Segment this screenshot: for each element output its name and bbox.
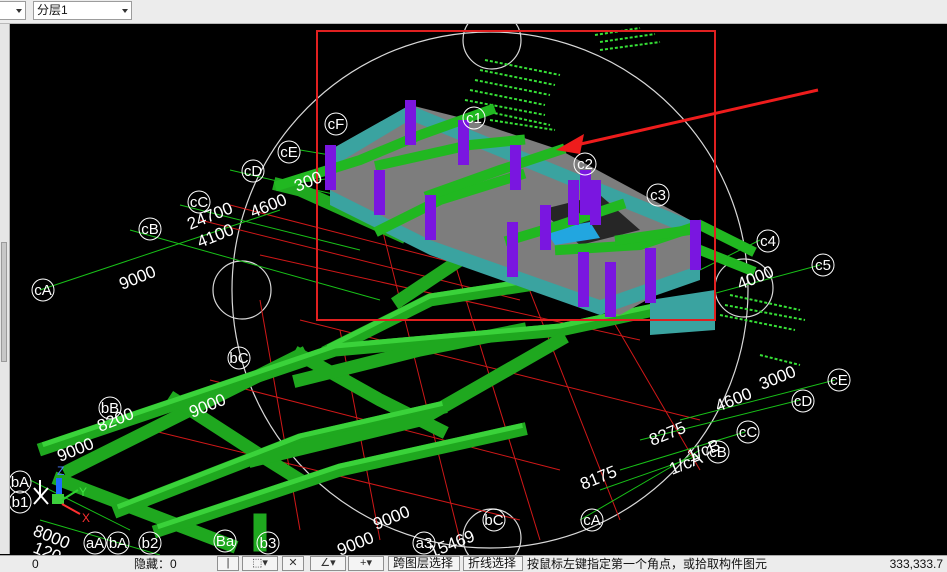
axis-label-bA-bottom: bA [109,535,127,552]
angle-snap-icon[interactable]: ∠▾ [310,556,346,571]
axis-label-c3: c3 [650,187,666,204]
axis-label-cA-bottom: cA [583,512,601,529]
axis-label-c2: c2 [577,156,593,173]
axis-label-c5: c5 [815,257,831,274]
status-hidden-count: 隐藏：0 [134,557,177,571]
snap-toggle-icon[interactable]: | [217,556,239,571]
axis-label-b3: b3 [260,535,277,552]
axis-label-cD-right: cD [794,393,813,410]
status-bar: 0 隐藏：0 | ⬚▾ ✕ ∠▾ +▾ 跨图层选择 折线选择 按鼠标左键指定第一… [0,555,947,572]
axis-label-cD: cD [244,163,263,180]
axis-label-cC-right: cC [739,424,758,441]
layer-dropdown-value: 分层1 [37,3,68,17]
layer-dropdown[interactable]: 分层1 [33,1,132,20]
floor-dropdown[interactable] [0,1,26,20]
chevron-down-icon [16,9,22,13]
axis-label-bA: bA [11,474,29,491]
axis-gizmo: Z Y X [33,464,90,525]
polyline-select-button[interactable]: 折线选择 [463,556,523,571]
status-coord-left: 0 [32,557,39,571]
axis-label-c1: c1 [466,110,482,127]
axis-label-cA: cA [34,282,52,299]
annotation-arrow [556,88,819,154]
top-toolbar: 分层1 [0,0,947,24]
gizmo-x-label: X [82,511,90,525]
dim-15469: 15469 [426,526,477,555]
chevron-down-icon [122,9,128,13]
model-canvas[interactable]: cF cE cD cC cB cA c1 c2 c3 c4 c5 bC bB b… [10,24,947,555]
cross-snap-icon[interactable]: ✕ [282,556,304,571]
dim-4600-right: 4600 [712,384,754,416]
plus-snap-icon[interactable]: +▾ [348,556,384,571]
select-mode-icon[interactable]: ⬚▾ [242,556,278,571]
axis-label-cB: cB [141,221,159,238]
axis-label-b2: b2 [142,535,159,552]
gizmo-z-label: Z [57,464,64,478]
status-coord-right: 333,333.7 [883,557,943,571]
axis-label-Ba: Ba [216,533,235,550]
gizmo-y-label: Y [79,485,87,499]
dim-9000-bottom2: 9000 [334,528,376,555]
status-prompt: 按鼠标左键指定第一个角点，或拾取构件图元 [527,557,768,571]
axis-label-cE-right: cE [830,372,848,389]
dim-3000-right: 3000 [756,362,798,394]
dim-9000-left: 9000 [116,262,158,294]
orbit-handle-left [212,260,272,320]
axis-label-c4: c4 [760,233,776,250]
dim-4600: 4600 [247,190,289,222]
axis-label-bC-bottom: bC [484,512,503,529]
dim-8175: 8175 [577,462,619,494]
panel-collapse-handle[interactable] [1,242,7,362]
model-viewport[interactable]: cF cE cD cC cB cA c1 c2 c3 c4 c5 bC bB b… [10,24,947,555]
dim-8275: 8275 [646,418,688,450]
axis-label-cF: cF [328,116,345,133]
axis-label-cE: cE [280,144,298,161]
axis-label-b1: b1 [12,494,29,511]
cross-layer-select-button[interactable]: 跨图层选择 [388,556,460,571]
axis-label-bC: bC [229,350,248,367]
axis-label-aA: aA [86,535,104,552]
side-panel-strip [0,24,10,554]
